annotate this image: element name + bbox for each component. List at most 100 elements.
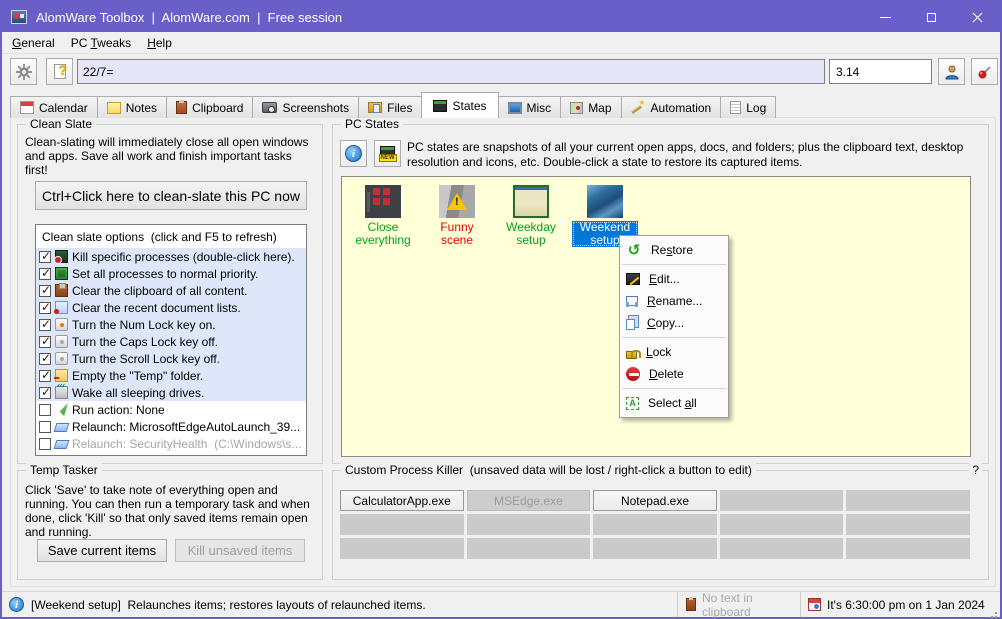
option-label: Relaunch: SecurityHealth (C:\Windows\s..… [72, 437, 301, 451]
option-label: Kill specific processes (double-click he… [72, 250, 295, 264]
option-checkbox[interactable] [39, 353, 51, 365]
pin-button[interactable] [971, 58, 998, 85]
menu-separator [622, 337, 726, 338]
clean-slate-option-row[interactable]: Turn the Num Lock key on. [36, 316, 306, 333]
help-icon: ? [54, 64, 66, 79]
clean-slate-option-row[interactable]: Clear the recent document lists. [36, 299, 306, 316]
process-kill-button[interactable] [340, 514, 464, 535]
tab[interactable]: States [421, 92, 498, 118]
clean-slate-option-row[interactable]: Wake all sleeping drives. [36, 384, 306, 401]
caps-lock-icon [55, 335, 68, 348]
process-killer-help[interactable]: ? [969, 463, 982, 477]
help-button[interactable]: ? [46, 58, 73, 85]
process-kill-button[interactable] [467, 514, 591, 535]
context-menu-label: Delete [649, 367, 684, 381]
process-kill-button[interactable]: MSEdge.exe [467, 490, 591, 511]
tab[interactable]: Notes [97, 96, 167, 118]
process-kill-button[interactable] [340, 538, 464, 559]
process-kill-button[interactable] [467, 538, 591, 559]
process-kill-button[interactable] [846, 514, 970, 535]
clean-slate-option-row[interactable]: Relaunch: SecurityHealth (C:\Windows\s..… [36, 435, 306, 452]
clean-slate-option-row[interactable]: Turn the Caps Lock key off. [36, 333, 306, 350]
context-menu-item[interactable]: Copy... [620, 312, 728, 334]
save-current-items-button[interactable]: Save current items [37, 539, 167, 562]
pc-state-item[interactable]: Close everything [350, 185, 416, 247]
pc-states-info-button[interactable]: i [340, 140, 367, 167]
relaunch-icon [54, 423, 70, 432]
clean-slate-option-row[interactable]: Clear the clipboard of all content. [36, 282, 306, 299]
context-menu-item[interactable]: Rename... [620, 290, 728, 312]
tab[interactable]: Log [720, 96, 776, 118]
option-label: Clear the clipboard of all content. [72, 284, 247, 298]
minimize-button[interactable] [862, 2, 908, 32]
process-kill-button[interactable] [720, 538, 844, 559]
process-kill-button[interactable]: CalculatorApp.exe [340, 490, 464, 511]
option-checkbox[interactable] [39, 370, 51, 382]
context-menu-item[interactable]: Delete [620, 363, 728, 385]
process-kill-button[interactable]: Notepad.exe [593, 490, 717, 511]
tab[interactable]: Calendar [10, 96, 98, 118]
pc-state-item[interactable]: Weekday setup [498, 185, 564, 247]
tab[interactable]: Misc [498, 96, 562, 118]
context-menu-item[interactable]: Restore [620, 239, 728, 261]
tab[interactable]: Files [358, 96, 422, 118]
context-menu-item[interactable]: Lock [620, 341, 728, 363]
tab[interactable]: Screenshots [252, 96, 359, 118]
process-kill-button[interactable] [720, 490, 844, 511]
option-checkbox[interactable] [39, 302, 51, 314]
option-checkbox[interactable] [39, 404, 51, 416]
kill-unsaved-items-button[interactable]: Kill unsaved items [175, 539, 305, 562]
status-datetime-section: It's 6:30:00 pm on 1 Jan 2024 [800, 592, 1000, 617]
clipboard-status-text: No text in clipboard [702, 591, 800, 619]
quick-command-input[interactable] [77, 59, 825, 84]
status-bar: i [Weekend setup] Relaunches items; rest… [2, 591, 1000, 617]
tab-label: Files [387, 101, 412, 115]
clean-slate-option-row[interactable]: Run action: None [36, 401, 306, 418]
menubar-item[interactable]: General [4, 33, 63, 53]
menubar-item[interactable]: PC Tweaks [63, 33, 139, 53]
process-kill-button[interactable] [720, 514, 844, 535]
run-action-icon [55, 403, 68, 416]
clean-slate-option-row[interactable]: Turn the Scroll Lock key off. [36, 350, 306, 367]
option-checkbox[interactable] [39, 251, 51, 263]
lock-icon [626, 351, 637, 359]
process-killer-group: Custom Process Killer (unsaved data will… [332, 470, 989, 580]
process-kill-button[interactable] [593, 538, 717, 559]
process-kill-button[interactable] [846, 490, 970, 511]
option-checkbox[interactable] [39, 319, 51, 331]
tab[interactable]: Clipboard [166, 96, 253, 118]
option-checkbox[interactable] [39, 268, 51, 280]
process-kill-button[interactable] [846, 538, 970, 559]
option-checkbox[interactable] [39, 438, 51, 450]
process-kill-button[interactable] [593, 514, 717, 535]
tab[interactable]: Map [560, 96, 621, 118]
new-state-button[interactable]: NEW [374, 140, 401, 167]
resize-grip[interactable] [995, 612, 997, 614]
menubar-item[interactable]: Help [139, 33, 180, 53]
tab[interactable]: Automation [621, 96, 722, 118]
pc-state-item[interactable]: Funny scene [424, 185, 490, 247]
status-message: [Weekend setup] Relaunches items; restor… [31, 598, 426, 612]
screenshots-icon [262, 102, 277, 113]
clean-slate-now-button[interactable]: Ctrl+Click here to clean-slate this PC n… [35, 181, 307, 210]
process-kill-label: Notepad.exe [621, 494, 689, 508]
clean-slate-option-row[interactable]: Kill specific processes (double-click he… [36, 248, 306, 265]
clean-slate-option-row[interactable]: Empty the "Temp" folder. [36, 367, 306, 384]
temp-tasker-group: Temp Tasker Click 'Save' to take note of… [17, 470, 323, 580]
clean-slate-description: Clean-slating will immediately close all… [25, 135, 317, 177]
settings-button[interactable] [10, 58, 37, 85]
context-menu-item[interactable]: Select all [620, 392, 728, 414]
close-button[interactable] [954, 2, 1000, 32]
clean-slate-options-list[interactable]: Clean slate options (click and F5 to ref… [35, 224, 307, 456]
user-button[interactable] [938, 58, 965, 85]
option-checkbox[interactable] [39, 336, 51, 348]
clean-slate-option-row[interactable]: Relaunch: MicrosoftEdgeAutoLaunch_39... [36, 418, 306, 435]
option-checkbox[interactable] [39, 387, 51, 399]
weekday-setup-thumb [513, 185, 549, 218]
context-menu-item[interactable]: Edit... [620, 268, 728, 290]
wake-drives-icon [55, 386, 68, 399]
option-checkbox[interactable] [39, 285, 51, 297]
maximize-button[interactable] [908, 2, 954, 32]
clean-slate-option-row[interactable]: Set all processes to normal priority. [36, 265, 306, 282]
option-checkbox[interactable] [39, 421, 51, 433]
